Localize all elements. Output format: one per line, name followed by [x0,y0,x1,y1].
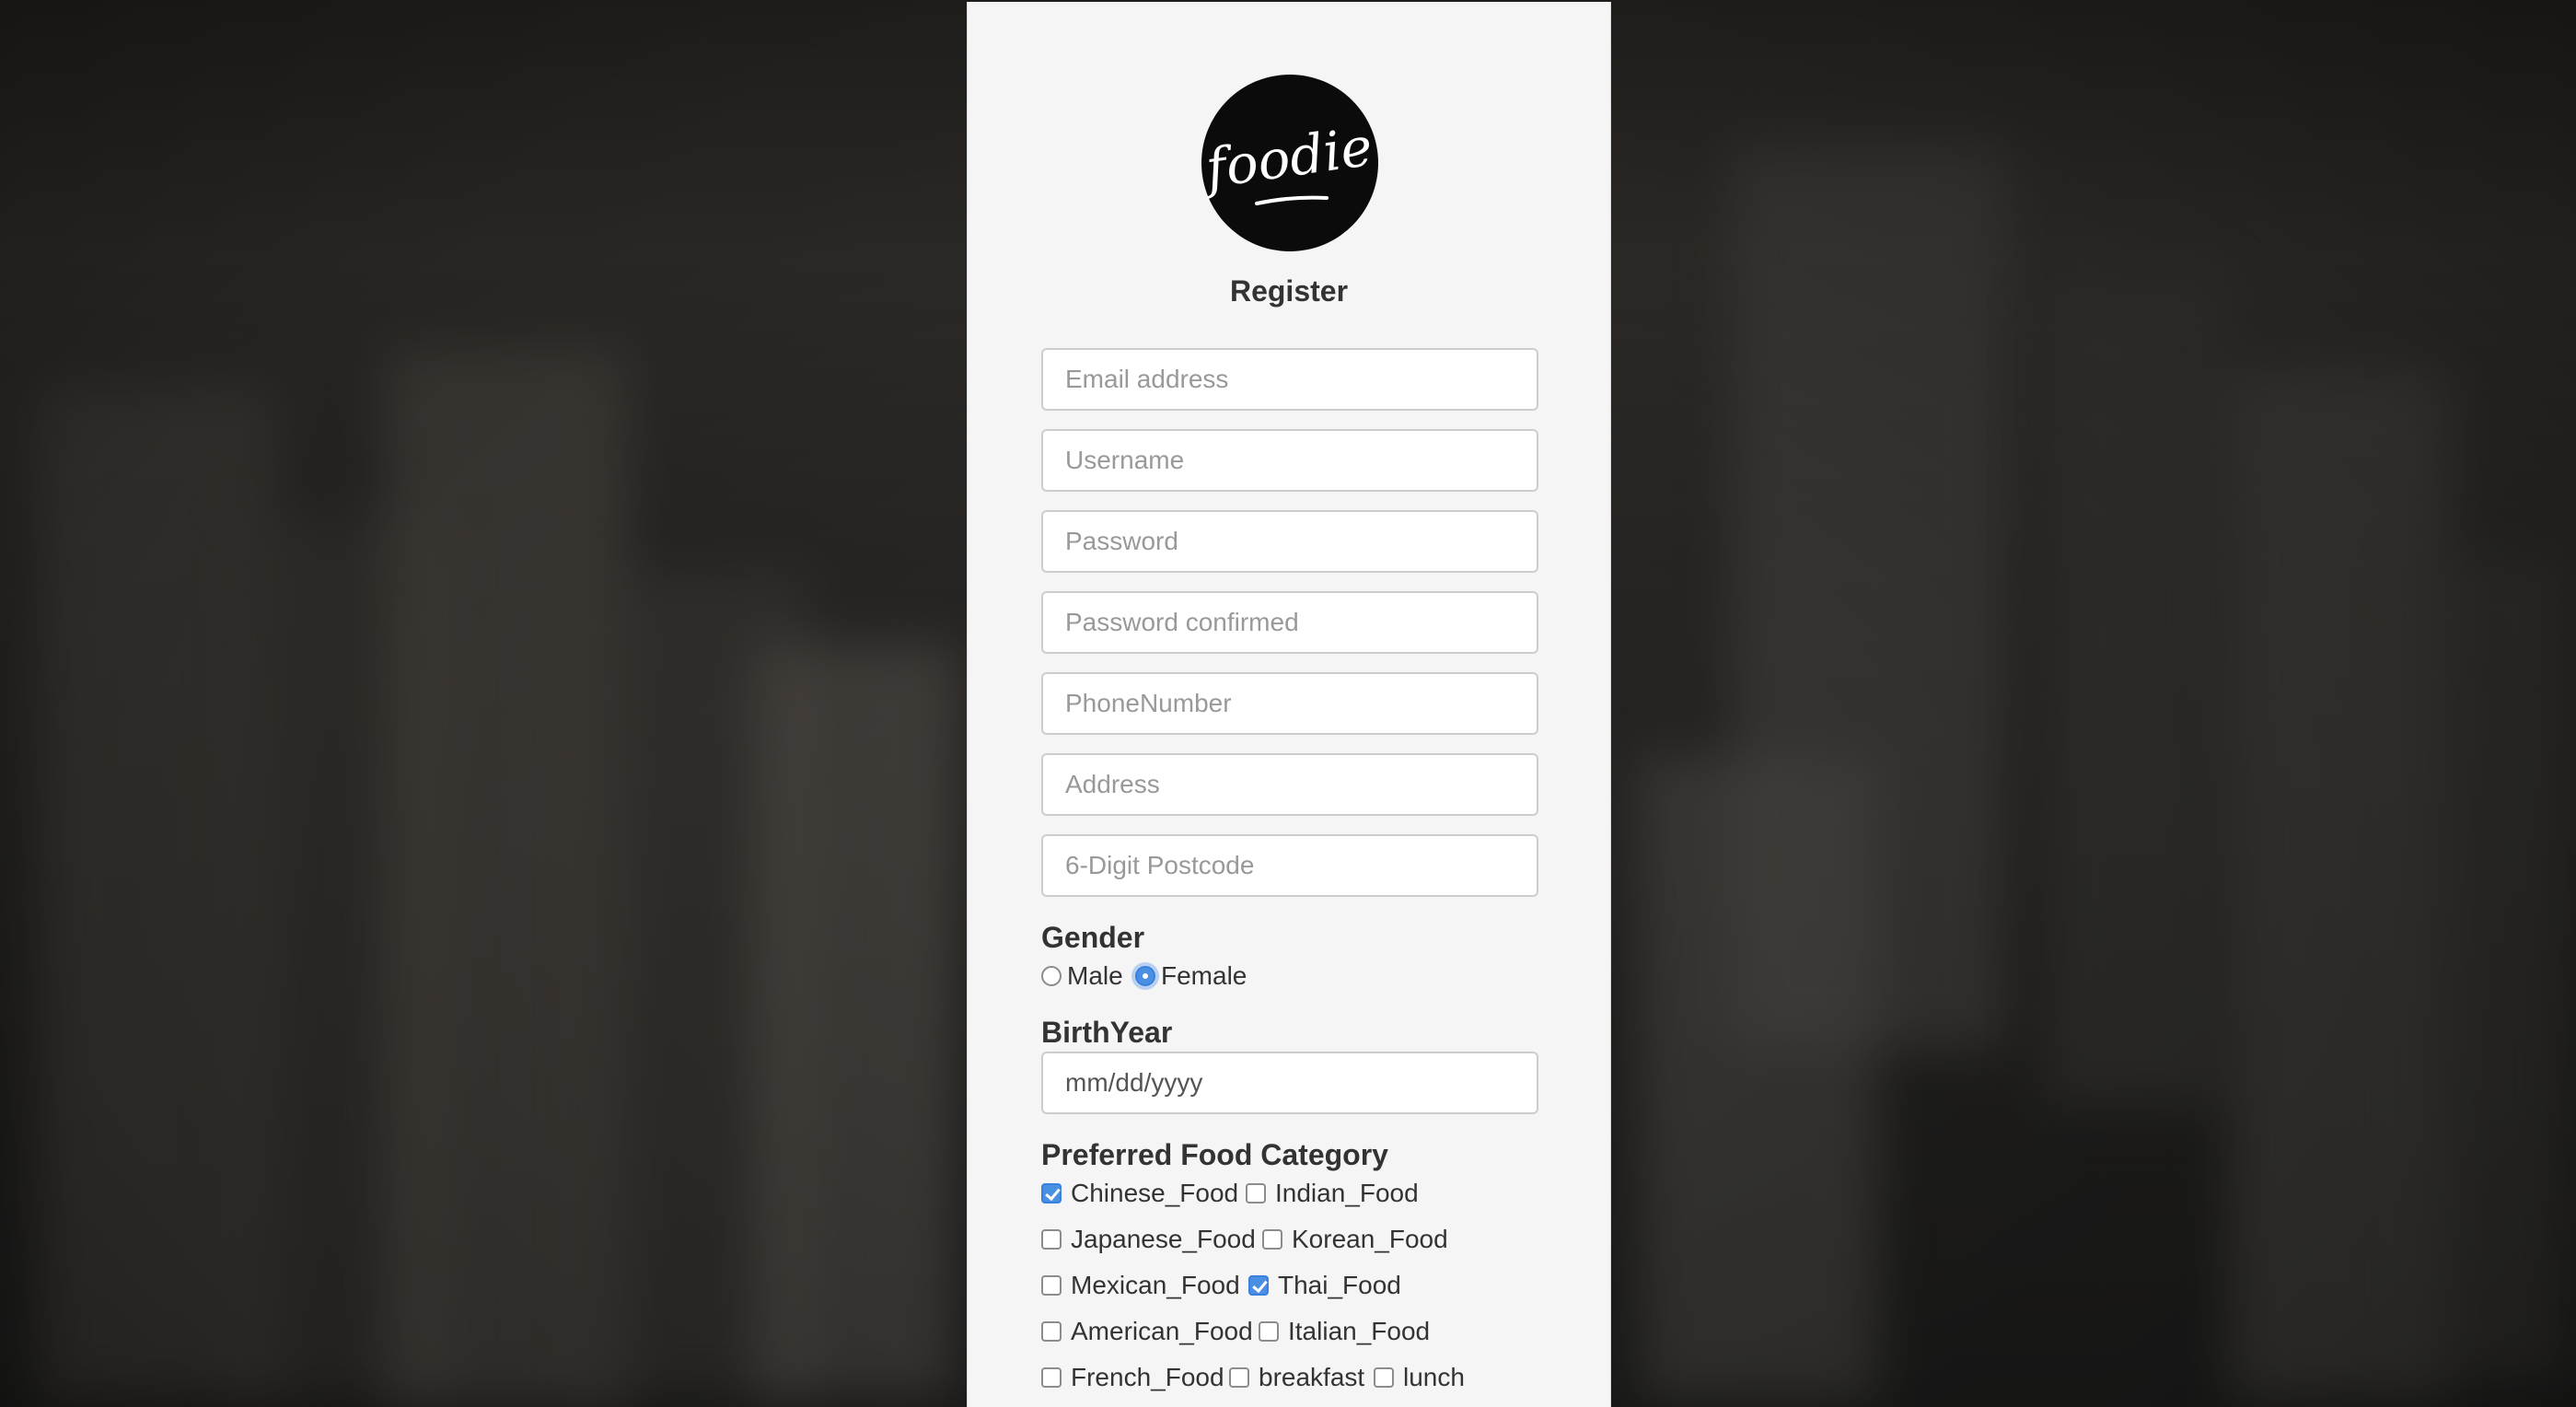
gender-label: Gender [1041,921,1145,954]
food-option-american[interactable]: American_Food [1041,1317,1253,1346]
food-option-italian[interactable]: Italian_Food [1259,1317,1430,1346]
postcode-field[interactable]: 6-Digit Postcode [1041,834,1538,897]
japanese-food-checkbox[interactable] [1041,1229,1062,1250]
breakfast-checkbox[interactable] [1229,1367,1249,1388]
female-label: Female [1161,961,1247,990]
korean-food-checkbox[interactable] [1262,1229,1282,1250]
food-option-mexican[interactable]: Mexican_Food [1041,1271,1240,1300]
address-field-placeholder: Address [1065,770,1160,798]
phone-field-placeholder: PhoneNumber [1065,689,1232,717]
breakfast-label: breakfast [1259,1363,1365,1391]
american-food-checkbox[interactable] [1041,1321,1062,1342]
postcode-field-placeholder: 6-Digit Postcode [1065,851,1255,879]
email-field[interactable]: Email address [1041,348,1538,411]
password-confirm-placeholder: Password confirmed [1065,608,1299,636]
food-option-indian[interactable]: Indian_Food [1246,1179,1419,1208]
food-option-breakfast[interactable]: breakfast [1229,1363,1364,1392]
italian-food-checkbox[interactable] [1259,1321,1279,1342]
american-food-label: American_Food [1071,1317,1253,1345]
gender-option-male[interactable]: Male [1041,961,1123,991]
japanese-food-label: Japanese_Food [1071,1225,1256,1253]
food-category-label: Preferred Food Category [1041,1138,1388,1171]
mexican-food-label: Mexican_Food [1071,1271,1240,1299]
foodie-logo-icon: foodie [1201,115,1376,205]
password-field[interactable]: Password [1041,510,1538,573]
french-food-checkbox[interactable] [1041,1367,1062,1388]
email-field-placeholder: Email address [1065,365,1229,393]
birthyear-date-field[interactable]: mm/dd/yyyy [1041,1052,1538,1114]
male-radio[interactable] [1041,966,1062,986]
mexican-food-checkbox[interactable] [1041,1275,1062,1296]
lunch-checkbox[interactable] [1374,1367,1394,1388]
password-field-placeholder: Password [1065,527,1178,555]
register-panel: foodie Register Email address Username P… [967,2,1611,1407]
phone-field[interactable]: PhoneNumber [1041,672,1538,735]
french-food-label: French_Food [1071,1363,1224,1391]
lunch-label: lunch [1403,1363,1465,1391]
male-label: Male [1067,961,1123,990]
logo-text: foodie [1201,115,1376,201]
food-option-korean[interactable]: Korean_Food [1262,1225,1448,1254]
chinese-food-checkbox[interactable] [1041,1183,1062,1204]
username-field-placeholder: Username [1065,446,1185,474]
thai-food-label: Thai_Food [1278,1271,1401,1299]
food-option-chinese[interactable]: Chinese_Food [1041,1179,1238,1208]
foodie-logo: foodie [1201,75,1378,251]
food-option-french[interactable]: French_Food [1041,1363,1224,1392]
birthyear-label: BirthYear [1041,1016,1173,1049]
indian-food-checkbox[interactable] [1246,1183,1266,1204]
username-field[interactable]: Username [1041,429,1538,492]
italian-food-label: Italian_Food [1288,1317,1431,1345]
food-option-lunch[interactable]: lunch [1374,1363,1465,1392]
password-confirm-field[interactable]: Password confirmed [1041,591,1538,654]
female-radio[interactable] [1135,966,1155,986]
korean-food-label: Korean_Food [1292,1225,1448,1253]
page-title: Register [1229,274,1349,308]
birthyear-placeholder: mm/dd/yyyy [1065,1068,1203,1097]
address-field[interactable]: Address [1041,753,1538,816]
indian-food-label: Indian_Food [1275,1179,1419,1207]
chinese-food-label: Chinese_Food [1071,1179,1239,1207]
food-option-thai[interactable]: Thai_Food [1248,1271,1401,1300]
food-option-japanese[interactable]: Japanese_Food [1041,1225,1256,1254]
gender-option-female[interactable]: Female [1135,961,1247,991]
thai-food-checkbox[interactable] [1248,1275,1269,1296]
